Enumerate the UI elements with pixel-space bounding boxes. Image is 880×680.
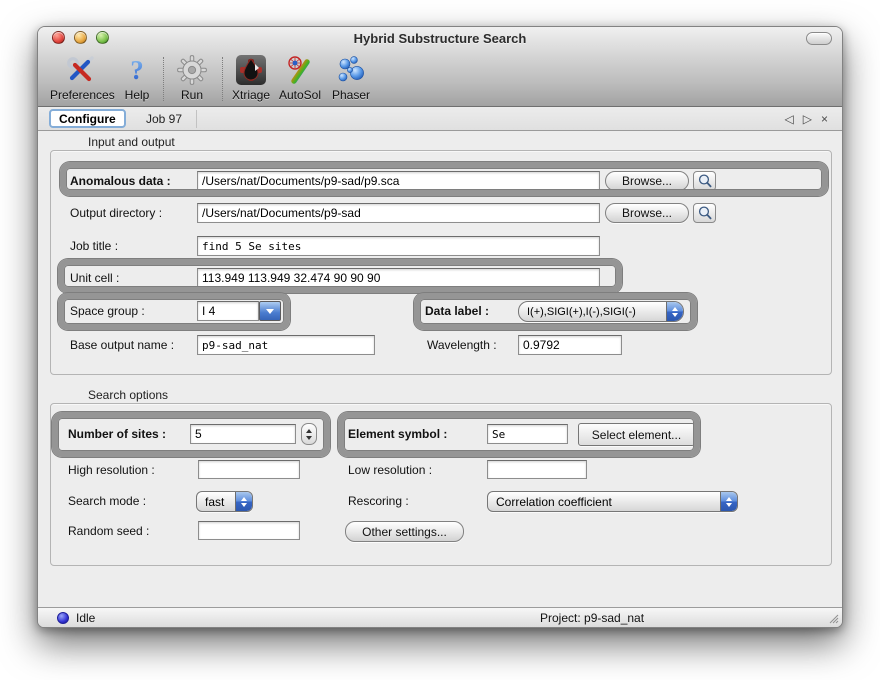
popup-stepper-icon	[666, 302, 683, 321]
toolbar-item-help[interactable]: ? Help	[107, 53, 167, 102]
output-directory-label: Output directory :	[70, 203, 162, 223]
space-group-combo-input[interactable]	[197, 301, 259, 321]
magnifier-icon	[697, 205, 713, 221]
status-bar: Idle Project: p9-sad_nat	[38, 607, 842, 627]
element-symbol-input[interactable]	[487, 424, 568, 444]
wavelength-label: Wavelength :	[427, 335, 497, 355]
select-element-button[interactable]: Select element...	[578, 423, 695, 446]
tools-icon	[50, 53, 110, 87]
tab-divider	[196, 110, 197, 128]
status-idle-icon	[57, 612, 69, 624]
status-text: Idle	[76, 608, 95, 628]
tab-configure[interactable]: Configure	[49, 109, 126, 128]
chevron-down-icon	[266, 309, 274, 314]
toolbar-toggle-button[interactable]	[806, 32, 832, 45]
project-label: Project: p9-sad_nat	[540, 608, 644, 628]
traffic-lights	[52, 31, 109, 44]
toolbar-item-phaser[interactable]: Phaser	[321, 53, 381, 102]
tab-bar: Configure Job 97 ◁ ▷ ×	[38, 107, 842, 131]
space-group-dropdown-button[interactable]	[259, 301, 281, 321]
data-label-label: Data label :	[425, 301, 489, 321]
base-output-name-label: Base output name :	[70, 335, 174, 355]
tab-forward-icon[interactable]: ▷	[803, 112, 812, 126]
popup-stepper-icon	[235, 492, 252, 511]
number-of-sites-input[interactable]	[190, 424, 296, 444]
window-title: Hybrid Substructure Search	[38, 27, 842, 50]
section-title-input-output: Input and output	[88, 135, 175, 149]
tab-close-icon[interactable]: ×	[821, 112, 828, 126]
popup-stepper-icon	[720, 492, 737, 511]
toolbar-item-label: Preferences	[50, 88, 110, 102]
output-directory-view-button[interactable]	[693, 203, 716, 223]
wavelength-input[interactable]	[518, 335, 622, 355]
arrow-up-icon	[306, 429, 312, 433]
desktop: Hybrid Substructure Search Preferences	[0, 0, 880, 680]
arrow-down-icon	[306, 436, 312, 440]
job-title-label: Job title :	[70, 236, 118, 256]
data-label-popup[interactable]: I(+),SIGI(+),I(-),SIGI(-)	[518, 301, 684, 322]
base-output-name-input[interactable]	[197, 335, 375, 355]
low-resolution-input[interactable]	[487, 460, 587, 479]
zoom-window-button[interactable]	[96, 31, 109, 44]
random-seed-input[interactable]	[198, 521, 300, 540]
toolbar-item-label: Help	[107, 88, 167, 102]
anomalous-data-view-button[interactable]	[693, 171, 716, 191]
section-title-search-options: Search options	[88, 388, 168, 402]
anomalous-data-input[interactable]	[197, 171, 600, 191]
rescoring-label: Rescoring :	[348, 491, 409, 511]
gear-icon	[162, 53, 222, 87]
anomalous-data-browse-button[interactable]: Browse...	[605, 171, 689, 191]
toolbar-item-preferences[interactable]: Preferences	[50, 53, 110, 102]
resize-grip[interactable]	[828, 613, 839, 624]
search-mode-popup[interactable]: fast	[196, 491, 253, 512]
anomalous-data-label: Anomalous data :	[70, 171, 171, 191]
job-title-input[interactable]	[197, 236, 600, 256]
help-icon: ?	[107, 53, 167, 87]
magnifier-icon	[697, 173, 713, 189]
number-of-sites-label: Number of sites :	[68, 424, 166, 444]
high-resolution-input[interactable]	[198, 460, 300, 479]
number-of-sites-stepper[interactable]	[301, 423, 317, 445]
toolbar-item-run[interactable]: Run	[162, 53, 222, 102]
close-window-button[interactable]	[52, 31, 65, 44]
space-group-label: Space group :	[70, 301, 145, 321]
title-bar[interactable]: Hybrid Substructure Search	[38, 27, 842, 49]
app-window: Hybrid Substructure Search Preferences	[37, 26, 843, 628]
low-resolution-label: Low resolution :	[348, 460, 432, 480]
toolbar-item-label: Run	[162, 88, 222, 102]
other-settings-button[interactable]: Other settings...	[345, 521, 464, 542]
element-symbol-label: Element symbol :	[348, 424, 447, 444]
search-mode-label: Search mode :	[68, 491, 146, 511]
toolbar-item-label: Phaser	[321, 88, 381, 102]
high-resolution-label: High resolution :	[68, 460, 155, 480]
rescoring-popup[interactable]: Correlation coefficient	[487, 491, 738, 512]
unit-cell-input[interactable]	[197, 268, 600, 288]
minimize-window-button[interactable]	[74, 31, 87, 44]
output-directory-browse-button[interactable]: Browse...	[605, 203, 689, 223]
phaser-molecules-icon	[321, 53, 381, 87]
tab-back-icon[interactable]: ◁	[785, 112, 794, 126]
tab-job-97[interactable]: Job 97	[140, 107, 188, 131]
window-chrome: Hybrid Substructure Search Preferences	[38, 27, 842, 107]
random-seed-label: Random seed :	[68, 521, 149, 541]
unit-cell-label: Unit cell :	[70, 268, 119, 288]
output-directory-input[interactable]	[197, 203, 600, 223]
